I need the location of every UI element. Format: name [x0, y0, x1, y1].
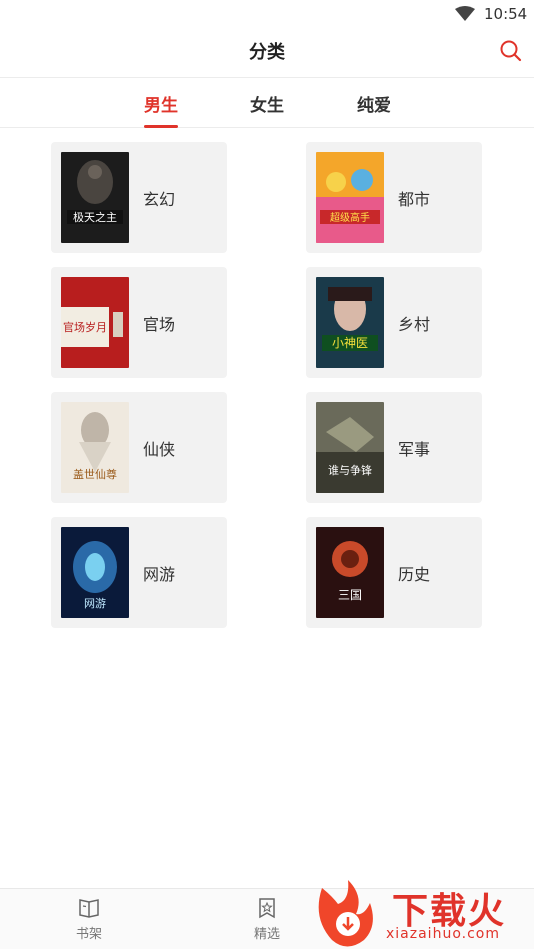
book-cover: 谁与争锋 — [316, 402, 384, 493]
svg-text:超级高手: 超级高手 — [330, 211, 370, 224]
category-card-xiangcun[interactable]: 小神医 乡村 — [306, 267, 482, 378]
category-label: 官场 — [143, 315, 176, 334]
tab-male[interactable]: 男生 — [144, 91, 178, 116]
tab-danmei[interactable]: 纯爱 — [357, 91, 391, 116]
svg-text:盖世仙尊: 盖世仙尊 — [73, 467, 117, 481]
header: 分类 — [0, 28, 534, 78]
book-cover: 超级高手 — [316, 152, 384, 243]
svg-text:谁与争锋: 谁与争锋 — [328, 463, 372, 477]
category-card-wangyou[interactable]: 网游 网游 — [51, 517, 227, 628]
book-cover: 网游 — [61, 527, 129, 618]
tab-female[interactable]: 女生 — [250, 91, 284, 116]
watermark-logo: 下载火 xiazaihuo.com — [312, 878, 534, 949]
svg-text:网游: 网游 — [84, 597, 106, 610]
svg-text:官场岁月: 官场岁月 — [63, 320, 107, 334]
book-cover: 小神医 — [316, 277, 384, 368]
category-card-xianxia[interactable]: 盖世仙尊 仙侠 — [51, 392, 227, 503]
category-label: 都市 — [398, 190, 431, 209]
svg-text:三国: 三国 — [338, 588, 362, 602]
wifi-icon — [455, 6, 475, 21]
book-cover: 三国 — [316, 527, 384, 618]
active-tab-indicator — [144, 125, 178, 128]
category-label: 仙侠 — [143, 440, 176, 459]
featured-icon — [259, 898, 275, 919]
category-card-dushi[interactable]: 超级高手 都市 — [306, 142, 482, 253]
category-card-lishi[interactable]: 三国 历史 — [306, 517, 482, 628]
book-cover: 盖世仙尊 — [61, 402, 129, 493]
category-card-guanchang[interactable]: 官场岁月 官场 — [51, 267, 227, 378]
svg-text:极天之主: 极天之主 — [73, 210, 117, 224]
bookshelf-icon — [79, 899, 99, 918]
category-card-xuanhuan[interactable]: 极天之主 玄幻 — [51, 142, 227, 253]
gender-tabs: 男生 女生 纯爱 — [0, 78, 534, 128]
category-label: 军事 — [398, 440, 431, 459]
status-time: 10:54 — [484, 5, 528, 23]
category-card-junshi[interactable]: 谁与争锋 军事 — [306, 392, 482, 503]
category-label: 历史 — [398, 565, 431, 584]
category-label: 玄幻 — [143, 190, 176, 209]
book-cover: 官场岁月 — [61, 277, 129, 368]
nav-label: 书架 — [75, 927, 102, 942]
nav-label: 精选 — [253, 927, 280, 942]
nav-bookshelf[interactable]: 书架 — [44, 889, 134, 949]
svg-text:小神医: 小神医 — [332, 336, 368, 350]
book-cover: 极天之主 — [61, 152, 129, 243]
search-icon[interactable] — [499, 39, 523, 63]
nav-featured[interactable]: 精选 — [222, 889, 312, 949]
watermark-url: xiazaihuo.com — [386, 926, 500, 942]
status-bar: 10:54 — [0, 0, 534, 28]
page-title: 分类 — [249, 42, 285, 63]
category-label: 乡村 — [398, 315, 431, 334]
category-label: 网游 — [143, 565, 176, 584]
flame-logo-icon — [318, 880, 373, 947]
